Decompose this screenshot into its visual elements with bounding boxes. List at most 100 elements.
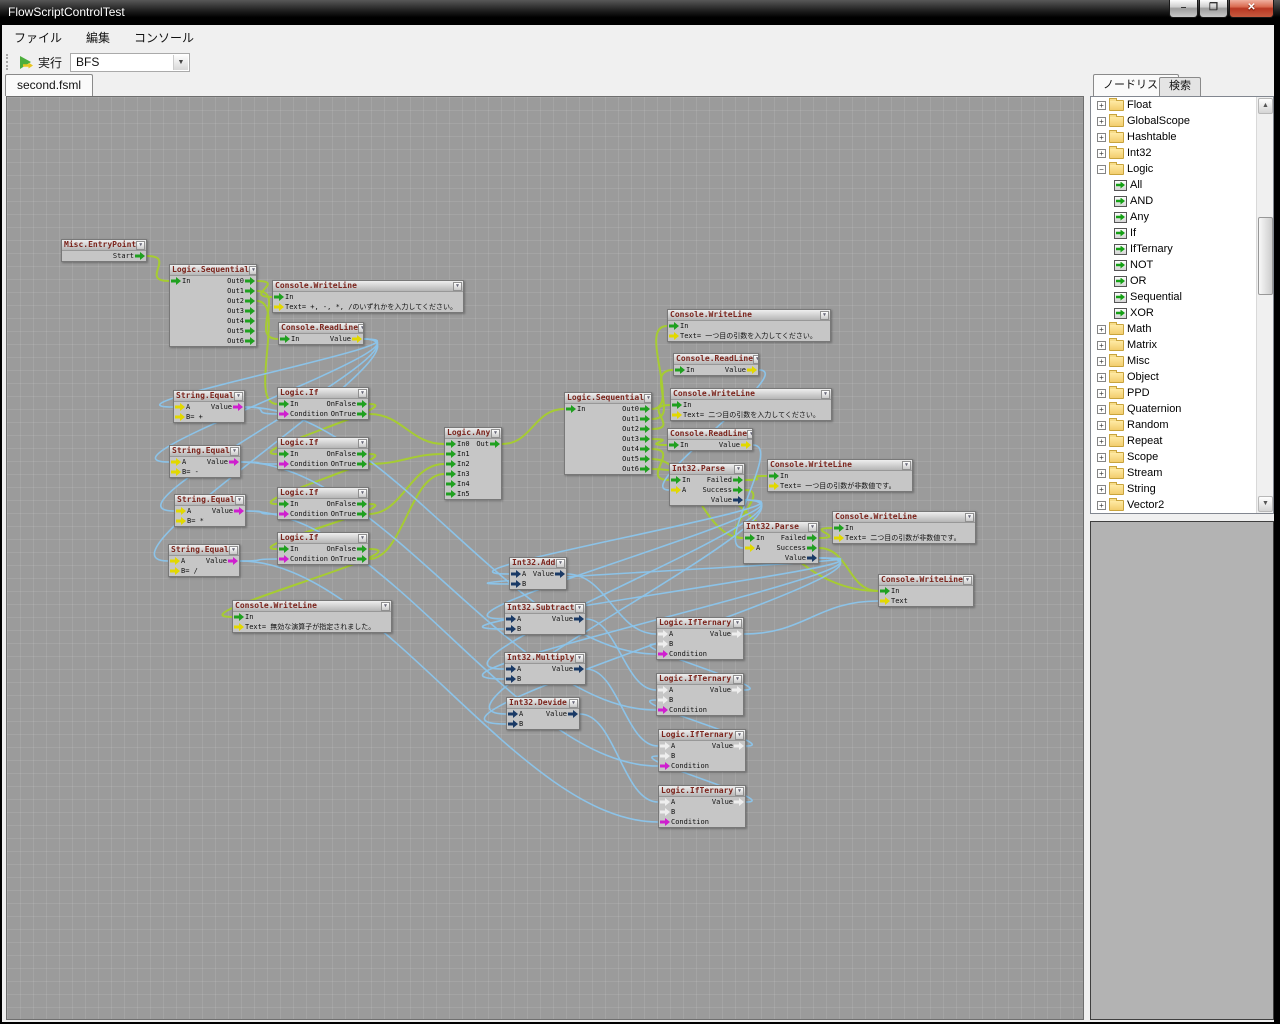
graph-canvas[interactable]: Misc.EntryPoint▼StartLogic.Sequential▼In… <box>6 96 1084 1020</box>
graph-node-console-readline[interactable]: Console.ReadLine▼InValue <box>673 353 759 376</box>
tree-item-random[interactable]: +Random <box>1091 417 1273 433</box>
output-pin[interactable] <box>574 615 584 623</box>
output-pin[interactable] <box>245 307 255 315</box>
output-pin[interactable] <box>228 557 238 565</box>
tree-item-ifternary[interactable]: IfTernary <box>1091 241 1273 257</box>
input-pin[interactable] <box>880 597 890 605</box>
input-pin[interactable] <box>660 752 670 760</box>
graph-node-int32-parse[interactable]: Int32.Parse▼InFailedASuccessValue <box>743 521 819 564</box>
graph-node-string-equal[interactable]: String.Equal▼AValueB= + <box>173 390 245 423</box>
node-menu-icon[interactable]: ▼ <box>358 489 367 498</box>
output-pin[interactable] <box>640 405 650 413</box>
node-menu-icon[interactable]: ▼ <box>381 602 390 611</box>
input-pin[interactable] <box>745 544 755 552</box>
input-pin[interactable] <box>675 366 685 374</box>
node-menu-icon[interactable]: ▼ <box>453 282 462 291</box>
input-pin[interactable] <box>745 534 755 542</box>
graph-node-console-writeline[interactable]: Console.WriteLine▼InText= 二つ目の引数が非数値です。 <box>832 511 976 544</box>
input-pin[interactable] <box>280 335 290 343</box>
output-pin[interactable] <box>734 742 744 750</box>
input-pin[interactable] <box>506 625 516 633</box>
node-menu-icon[interactable]: ▼ <box>963 576 972 585</box>
input-pin[interactable] <box>769 472 779 480</box>
node-menu-icon[interactable]: ▼ <box>753 355 759 364</box>
graph-node-logic-any[interactable]: Logic.Any▼In0OutIn1In2In3In4In5 <box>444 427 502 500</box>
input-pin[interactable] <box>660 818 670 826</box>
expand-icon[interactable]: + <box>1097 421 1106 430</box>
input-pin[interactable] <box>171 468 181 476</box>
tree-item-sequential[interactable]: Sequential <box>1091 289 1273 305</box>
expand-icon[interactable]: + <box>1097 325 1106 334</box>
node-menu-icon[interactable]: ▼ <box>808 523 817 532</box>
node-menu-icon[interactable]: ▼ <box>733 675 742 684</box>
output-pin[interactable] <box>732 630 742 638</box>
input-pin[interactable] <box>234 623 244 631</box>
scroll-up-icon[interactable]: ▲ <box>1258 98 1273 114</box>
output-pin[interactable] <box>640 465 650 473</box>
graph-node-int32-devide[interactable]: Int32.Devide▼AValueB <box>506 697 580 730</box>
expand-icon[interactable]: + <box>1097 485 1106 494</box>
input-pin[interactable] <box>279 510 289 518</box>
input-pin[interactable] <box>279 500 289 508</box>
output-pin[interactable] <box>640 445 650 453</box>
output-pin[interactable] <box>747 366 757 374</box>
mode-combobox[interactable]: BFS ▼ <box>70 53 190 72</box>
output-pin[interactable] <box>733 486 743 494</box>
document-tab[interactable]: second.fsml <box>5 74 93 96</box>
tree-item-all[interactable]: All <box>1091 177 1273 193</box>
output-pin[interactable] <box>741 441 751 449</box>
input-pin[interactable] <box>274 293 284 301</box>
graph-node-console-readline[interactable]: Console.ReadLine▼InValue <box>667 428 753 451</box>
input-pin[interactable] <box>660 808 670 816</box>
tree-item-matrix[interactable]: +Matrix <box>1091 337 1273 353</box>
graph-node-int32-multiply[interactable]: Int32.Multiply▼AValueB <box>504 652 586 685</box>
tree-item-int32[interactable]: +Int32 <box>1091 145 1273 161</box>
output-pin[interactable] <box>807 544 817 552</box>
input-pin[interactable] <box>446 450 456 458</box>
expand-icon[interactable]: + <box>1097 341 1106 350</box>
node-menu-icon[interactable]: ▼ <box>556 559 565 568</box>
tree-item-logic[interactable]: −Logic <box>1091 161 1273 177</box>
tree-item-quaternion[interactable]: +Quaternion <box>1091 401 1273 417</box>
menu-edit[interactable]: 編集 <box>74 25 122 50</box>
output-pin[interactable] <box>245 337 255 345</box>
input-pin[interactable] <box>769 482 779 490</box>
graph-node-int32-parse[interactable]: Int32.Parse▼InFailedASuccessValue <box>669 463 745 506</box>
node-menu-icon[interactable]: ▼ <box>358 389 367 398</box>
output-pin[interactable] <box>135 252 145 260</box>
expand-icon[interactable]: + <box>1097 101 1106 110</box>
tree-item-any[interactable]: Any <box>1091 209 1273 225</box>
input-pin[interactable] <box>279 410 289 418</box>
node-menu-icon[interactable]: ▼ <box>235 496 244 505</box>
input-pin[interactable] <box>446 440 456 448</box>
tree-item-math[interactable]: +Math <box>1091 321 1273 337</box>
combobox-arrow-icon[interactable]: ▼ <box>173 55 188 70</box>
input-pin[interactable] <box>671 486 681 494</box>
node-menu-icon[interactable]: ▼ <box>734 465 743 474</box>
output-pin[interactable] <box>732 686 742 694</box>
node-menu-icon[interactable]: ▼ <box>358 534 367 543</box>
tree-item-if[interactable]: If <box>1091 225 1273 241</box>
node-menu-icon[interactable]: ▼ <box>733 619 742 628</box>
graph-node-console-readline[interactable]: Console.ReadLine▼InValue <box>278 322 364 345</box>
output-pin[interactable] <box>640 455 650 463</box>
tree-item-scope[interactable]: +Scope <box>1091 449 1273 465</box>
graph-node-string-equal[interactable]: String.Equal▼AValueB= - <box>169 445 241 478</box>
output-pin[interactable] <box>807 534 817 542</box>
input-pin[interactable] <box>658 696 668 704</box>
graph-node-console-writeline[interactable]: Console.WriteLine▼InText= 一つ目の引数を入力してくださ… <box>667 309 831 342</box>
node-menu-icon[interactable]: ▼ <box>136 241 145 250</box>
graph-node-logic-ifternary[interactable]: Logic.IfTernary▼AValueBCondition <box>656 673 744 716</box>
tree-item-and[interactable]: AND <box>1091 193 1273 209</box>
output-pin[interactable] <box>245 277 255 285</box>
input-pin[interactable] <box>671 476 681 484</box>
expand-icon[interactable]: + <box>1097 133 1106 142</box>
output-pin[interactable] <box>640 415 650 423</box>
run-button[interactable]: 実行 <box>14 52 68 73</box>
graph-node-logic-if[interactable]: Logic.If▼InOnFalseConditionOnTrue <box>277 487 369 520</box>
graph-node-int32-subtract[interactable]: Int32.Subtract▼AValueB <box>504 602 586 635</box>
expand-icon[interactable]: + <box>1097 149 1106 158</box>
output-pin[interactable] <box>245 297 255 305</box>
output-pin[interactable] <box>640 425 650 433</box>
tree-item-stream[interactable]: +Stream <box>1091 465 1273 481</box>
